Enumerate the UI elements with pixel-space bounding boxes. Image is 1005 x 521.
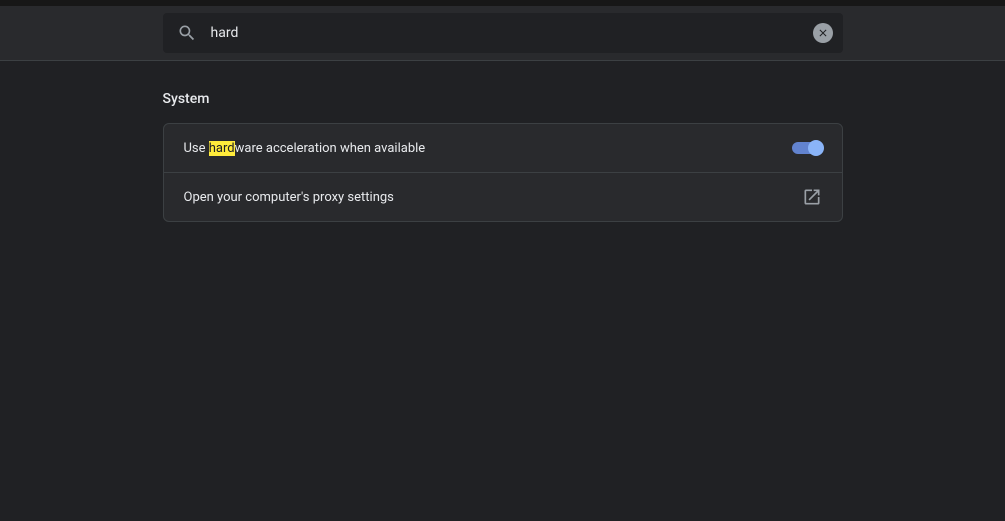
search-bar-container	[0, 6, 1005, 61]
hardware-acceleration-label: Use hardware acceleration when available	[184, 141, 426, 156]
open-external-icon	[802, 187, 822, 207]
hardware-acceleration-row: Use hardware acceleration when available	[164, 124, 842, 172]
hwaccel-label-post: ware acceleration when available	[235, 141, 426, 156]
search-input[interactable]	[211, 25, 813, 41]
search-highlight: hard	[209, 141, 235, 156]
clear-search-button[interactable]	[813, 23, 833, 43]
proxy-settings-label: Open your computer's proxy settings	[184, 190, 394, 205]
close-icon	[817, 27, 829, 39]
toggle-thumb	[808, 140, 824, 156]
search-bar	[163, 13, 843, 53]
content-inner: System Use hardware acceleration when av…	[163, 91, 843, 222]
hardware-acceleration-toggle[interactable]	[792, 142, 822, 154]
content-area: System Use hardware acceleration when av…	[0, 61, 1005, 222]
section-title-system: System	[163, 91, 843, 107]
search-icon	[177, 23, 197, 43]
system-settings-card: Use hardware acceleration when available…	[163, 123, 843, 222]
hwaccel-label-pre: Use	[184, 141, 209, 156]
proxy-settings-row[interactable]: Open your computer's proxy settings	[164, 172, 842, 221]
